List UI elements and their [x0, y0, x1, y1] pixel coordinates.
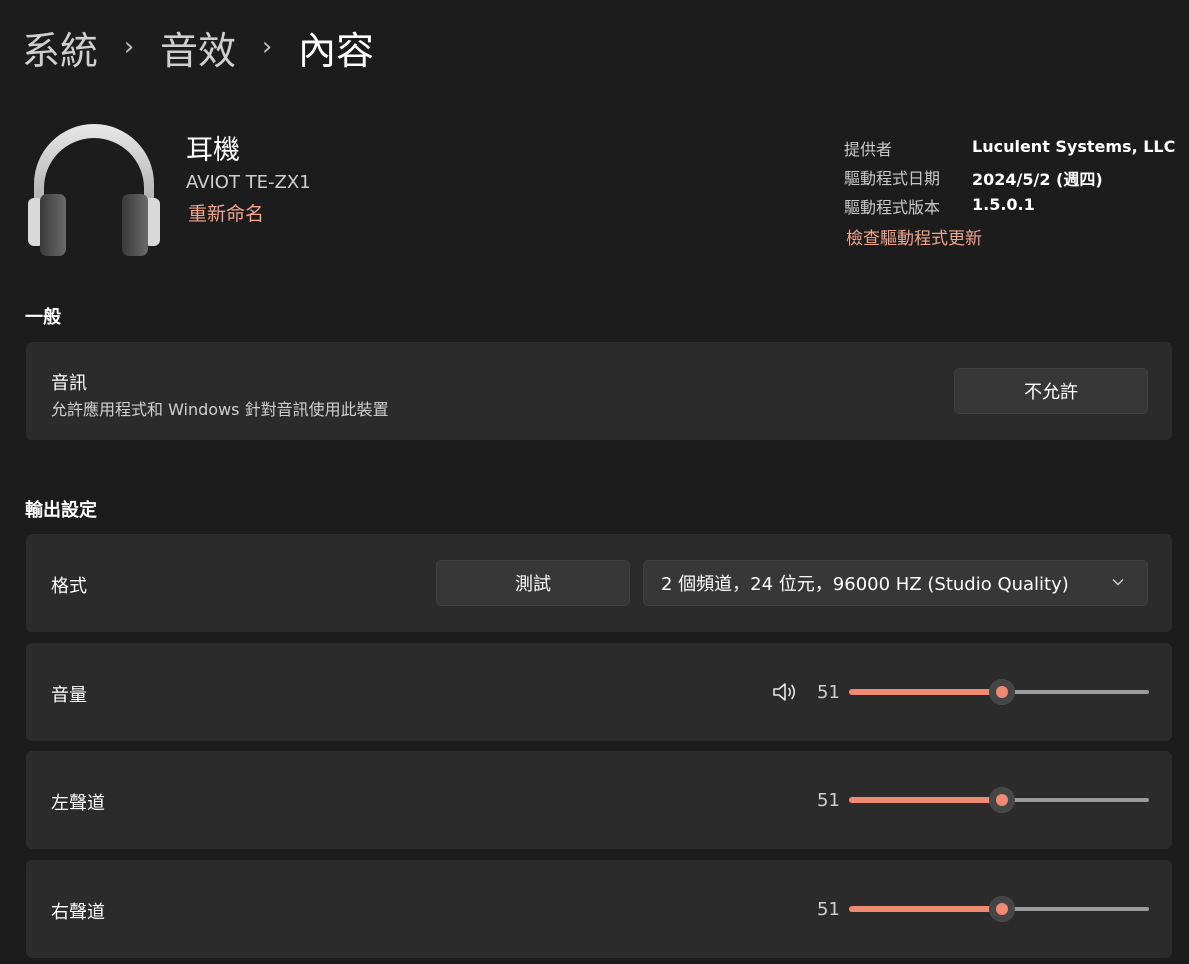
volume-label: 音量 — [51, 685, 87, 706]
slider-thumb[interactable] — [989, 679, 1015, 705]
format-card: 格式 測試 2 個頻道，24 位元，96000 HZ (Studio Quali… — [26, 534, 1172, 632]
slider-fill — [849, 689, 1002, 695]
right-channel-label: 右聲道 — [51, 902, 105, 923]
speaker-icon[interactable] — [772, 681, 798, 703]
driver-date-value: 2024/5/2 (週四) — [972, 170, 1103, 189]
headphones-icon — [28, 124, 160, 256]
left-channel-value: 51 — [817, 790, 840, 811]
breadcrumb-separator: › — [123, 32, 135, 62]
format-selected-value: 2 個頻道，24 位元，96000 HZ (Studio Quality) — [661, 574, 1069, 595]
breadcrumb-item-properties: 內容 — [298, 28, 375, 73]
breadcrumb-item-sound[interactable]: 音效 — [160, 20, 236, 75]
breadcrumb-separator: › — [261, 32, 273, 62]
rename-link[interactable]: 重新命名 — [188, 199, 264, 226]
right-channel-slider[interactable] — [849, 896, 1149, 922]
device-name: 耳機 — [186, 135, 240, 166]
provider-value: Luculent Systems, LLC — [972, 137, 1176, 156]
audio-description: 允許應用程式和 Windows 針對音訊使用此裝置 — [51, 400, 389, 419]
slider-fill — [849, 797, 1002, 803]
output-section-title: 輸出設定 — [25, 500, 97, 521]
breadcrumb-item-system[interactable]: 系統 — [22, 20, 98, 75]
format-dropdown[interactable]: 2 個頻道，24 位元，96000 HZ (Studio Quality) — [643, 560, 1148, 606]
driver-version-label: 驅動程式版本 — [844, 198, 941, 217]
breadcrumb: 系統 › 音效 › 內容 — [22, 20, 375, 75]
general-section-title: 一般 — [25, 307, 61, 328]
format-label: 格式 — [51, 576, 87, 597]
volume-value: 51 — [817, 682, 840, 703]
slider-thumb[interactable] — [989, 787, 1015, 813]
volume-slider[interactable] — [849, 679, 1149, 705]
driver-date-label: 驅動程式日期 — [844, 169, 941, 188]
slider-fill — [849, 906, 1002, 912]
audio-title: 音訊 — [51, 373, 87, 394]
check-driver-update-link[interactable]: 檢查驅動程式更新 — [846, 224, 982, 249]
disallow-button[interactable]: 不允許 — [954, 368, 1148, 414]
right-channel-value: 51 — [817, 899, 840, 920]
device-model: AVIOT TE-ZX1 — [186, 172, 311, 193]
provider-label: 提供者 — [844, 140, 893, 159]
test-button[interactable]: 測試 — [436, 560, 630, 606]
left-channel-slider[interactable] — [849, 787, 1149, 813]
left-channel-label: 左聲道 — [51, 793, 105, 814]
driver-version-value: 1.5.0.1 — [972, 195, 1035, 214]
chevron-down-icon — [1112, 579, 1124, 586]
slider-thumb[interactable] — [989, 896, 1015, 922]
audio-card: 音訊 允許應用程式和 Windows 針對音訊使用此裝置 不允許 — [26, 342, 1172, 440]
